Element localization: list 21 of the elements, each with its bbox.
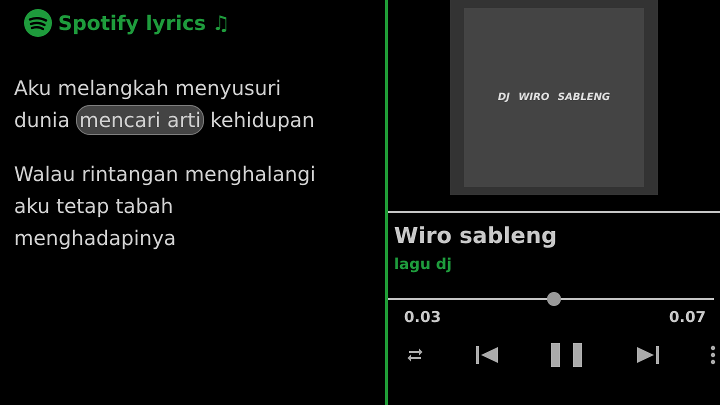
elapsed-time: 0.03	[404, 306, 442, 328]
lyric-text: dunia	[14, 108, 71, 132]
lyric-text: aku tetap tabah	[14, 194, 174, 218]
more-button[interactable]	[710, 345, 716, 365]
duration-time: 0.07	[668, 306, 706, 328]
lyric-text: menghadapinya	[14, 226, 176, 250]
lyric-text: Aku melangkah menyusuri	[14, 76, 282, 100]
artist-name: lagu dj	[394, 254, 453, 275]
app-title: Spotify lyrics	[58, 10, 206, 37]
previous-button[interactable]	[474, 345, 500, 365]
song-title: Wiro sableng	[394, 223, 558, 251]
spotify-logo-icon	[24, 9, 52, 37]
next-button[interactable]	[634, 345, 660, 365]
repeat-button[interactable]	[406, 346, 424, 364]
music-notes-icon: ♫	[212, 8, 230, 38]
lyric-text: Walau rintangan menghalangi	[14, 162, 316, 186]
highlighted-lyric: mencari arti	[76, 105, 204, 135]
pause-button[interactable]	[549, 342, 585, 368]
progress-thumb[interactable]	[547, 292, 562, 306]
cover-text: DJ WIRO SABLENG	[498, 91, 610, 105]
lyric-text: kehidupan	[209, 108, 315, 132]
